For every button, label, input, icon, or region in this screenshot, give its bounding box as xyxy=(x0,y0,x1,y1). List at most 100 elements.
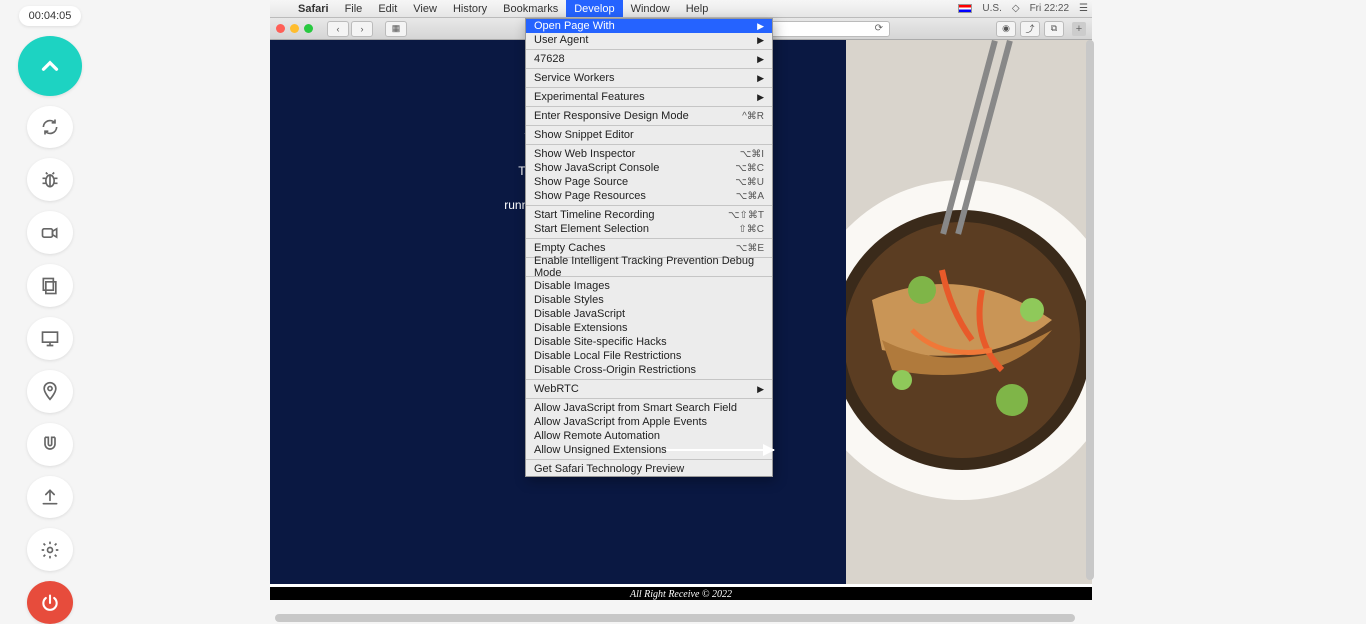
submenu-arrow-icon: ▶ xyxy=(757,73,764,84)
menu-item-label: Disable Images xyxy=(534,280,610,292)
page-footer: All Right Receive © 2022 xyxy=(270,584,1092,600)
upload-button[interactable] xyxy=(27,476,73,519)
menu-item-enable-intelligent-tracking-prevention-debug-mode[interactable]: Enable Intelligent Tracking Prevention D… xyxy=(526,260,772,274)
submenu-arrow-icon: ▶ xyxy=(757,54,764,65)
menu-item-47628[interactable]: 47628▶ xyxy=(526,52,772,66)
collapse-button[interactable] xyxy=(18,36,82,96)
menu-history[interactable]: History xyxy=(445,0,495,17)
wifi-icon[interactable]: ◇ xyxy=(1012,3,1020,14)
menu-item-user-agent[interactable]: User Agent▶ xyxy=(526,33,772,47)
magnet-icon xyxy=(40,434,60,454)
control-center-icon[interactable]: ☰ xyxy=(1079,3,1088,14)
menubar-app-name[interactable]: Safari xyxy=(290,3,337,15)
tabs-button[interactable]: ⧉ xyxy=(1044,21,1064,37)
menu-edit[interactable]: Edit xyxy=(370,0,405,17)
clock[interactable]: Fri 22:22 xyxy=(1030,3,1069,14)
screen-button[interactable] xyxy=(27,317,73,360)
menu-shortcut: ⌥⌘U xyxy=(735,177,764,188)
reload-icon[interactable]: ⟳ xyxy=(875,23,883,34)
menu-item-enter-responsive-design-mode[interactable]: Enter Responsive Design Mode^⌘R xyxy=(526,109,772,123)
share-button[interactable]: ⤴ xyxy=(1020,21,1040,37)
macos-frame: Safari File Edit View History Bookmarks … xyxy=(270,0,1092,614)
location-button[interactable] xyxy=(27,370,73,413)
menu-item-disable-site-specific-hacks[interactable]: Disable Site-specific Hacks xyxy=(526,335,772,349)
menu-item-empty-caches[interactable]: Empty Caches⌥⌘E xyxy=(526,241,772,255)
scrollbar-thumb[interactable] xyxy=(275,614,1075,622)
menu-file[interactable]: File xyxy=(337,0,371,17)
magnet-button[interactable] xyxy=(27,423,73,466)
settings-button[interactable] xyxy=(27,528,73,571)
input-locale[interactable]: U.S. xyxy=(982,3,1001,14)
video-icon xyxy=(40,223,60,243)
menu-item-allow-javascript-from-apple-events[interactable]: Allow JavaScript from Apple Events xyxy=(526,415,772,429)
menu-item-get-safari-technology-preview[interactable]: Get Safari Technology Preview xyxy=(526,462,772,476)
menu-item-label: Allow Unsigned Extensions xyxy=(534,444,667,456)
menu-develop[interactable]: Develop xyxy=(566,0,622,17)
bug-button[interactable] xyxy=(27,158,73,201)
viewer-scrollbar-vertical[interactable] xyxy=(1086,40,1094,614)
minimize-window-button[interactable] xyxy=(290,24,299,33)
viewer-scrollbar-horizontal[interactable] xyxy=(275,614,1085,622)
power-icon xyxy=(40,593,60,613)
sync-button[interactable] xyxy=(27,106,73,149)
menu-item-allow-remote-automation[interactable]: Allow Remote Automation xyxy=(526,429,772,443)
menu-separator xyxy=(526,106,772,107)
new-tab-button[interactable]: + xyxy=(1072,22,1086,36)
menu-item-service-workers[interactable]: Service Workers ▶ xyxy=(526,71,772,85)
menu-bookmarks[interactable]: Bookmarks xyxy=(495,0,566,17)
menu-item-label: Disable Site-specific Hacks xyxy=(534,336,667,348)
window-controls xyxy=(276,24,313,33)
privacy-button[interactable]: ◉ xyxy=(996,21,1016,37)
maximize-window-button[interactable] xyxy=(304,24,313,33)
menu-item-label: Get Safari Technology Preview xyxy=(534,463,684,475)
menu-item-show-javascript-console[interactable]: Show JavaScript Console⌥⌘C xyxy=(526,161,772,175)
scrollbar-thumb[interactable] xyxy=(1086,40,1094,580)
menu-item-start-timeline-recording[interactable]: Start Timeline Recording⌥⇧⌘T xyxy=(526,208,772,222)
menu-separator xyxy=(526,49,772,50)
flag-icon[interactable] xyxy=(958,4,972,13)
menu-item-start-element-selection[interactable]: Start Element Selection⇧⌘C xyxy=(526,222,772,236)
back-button[interactable]: ‹ xyxy=(327,21,349,37)
sidebar-toggle-button[interactable]: ▦ xyxy=(385,21,407,37)
menu-item-experimental-features[interactable]: Experimental Features▶ xyxy=(526,90,772,104)
menu-shortcut: ⌥⌘I xyxy=(740,149,764,160)
menu-item-show-page-source[interactable]: Show Page Source ⌥⌘U xyxy=(526,175,772,189)
menu-item-disable-local-file-restrictions[interactable]: Disable Local File Restrictions xyxy=(526,349,772,363)
menu-item-disable-cross-origin-restrictions[interactable]: Disable Cross-Origin Restrictions xyxy=(526,363,772,377)
timer-badge: 00:04:05 xyxy=(19,6,82,26)
menu-item-label: Allow JavaScript from Apple Events xyxy=(534,416,707,428)
menu-item-disable-extensions[interactable]: Disable Extensions xyxy=(526,321,772,335)
menu-separator xyxy=(526,144,772,145)
menu-item-show-snippet-editor[interactable]: Show Snippet Editor xyxy=(526,128,772,142)
record-button[interactable] xyxy=(27,211,73,254)
menu-item-label: Show Page Source xyxy=(534,176,628,188)
power-button[interactable] xyxy=(27,581,73,624)
copy-button[interactable] xyxy=(27,264,73,307)
menu-window[interactable]: Window xyxy=(623,0,678,17)
menu-item-open-page-with[interactable]: Open Page With ▶ xyxy=(526,19,772,33)
macos-menubar: Safari File Edit View History Bookmarks … xyxy=(270,0,1092,18)
pin-icon xyxy=(40,381,60,401)
menu-separator xyxy=(526,238,772,239)
menu-item-show-page-resources[interactable]: Show Page Resources⌥⌘A xyxy=(526,189,772,203)
menu-item-disable-styles[interactable]: Disable Styles xyxy=(526,293,772,307)
menu-item-label: Open Page With xyxy=(534,20,615,32)
menu-item-allow-javascript-from-smart-search-field[interactable]: Allow JavaScript from Smart Search Field xyxy=(526,401,772,415)
menu-shortcut: ⌥⌘E xyxy=(736,243,764,254)
menu-view[interactable]: View xyxy=(405,0,445,17)
menu-item-label: Start Timeline Recording xyxy=(534,209,654,221)
menu-shortcut: ^⌘R xyxy=(742,111,764,122)
forward-button[interactable]: › xyxy=(351,21,373,37)
menu-item-webrtc[interactable]: WebRTC▶ xyxy=(526,382,772,396)
menu-item-label: Service Workers xyxy=(534,72,614,84)
menu-shortcut: ⌥⌘C xyxy=(735,163,764,174)
menu-item-disable-javascript[interactable]: Disable JavaScript xyxy=(526,307,772,321)
menu-help[interactable]: Help xyxy=(678,0,717,17)
menu-item-show-web-inspector[interactable]: Show Web Inspector⌥⌘I xyxy=(526,147,772,161)
menu-shortcut: ⇧⌘C xyxy=(738,224,764,235)
menu-item-disable-images[interactable]: Disable Images xyxy=(526,279,772,293)
close-window-button[interactable] xyxy=(276,24,285,33)
menu-item-label: User Agent xyxy=(534,34,588,46)
submenu-arrow-icon: ▶ xyxy=(757,21,764,32)
develop-dropdown: Open Page With▶User Agent▶47628▶Service … xyxy=(525,18,773,477)
